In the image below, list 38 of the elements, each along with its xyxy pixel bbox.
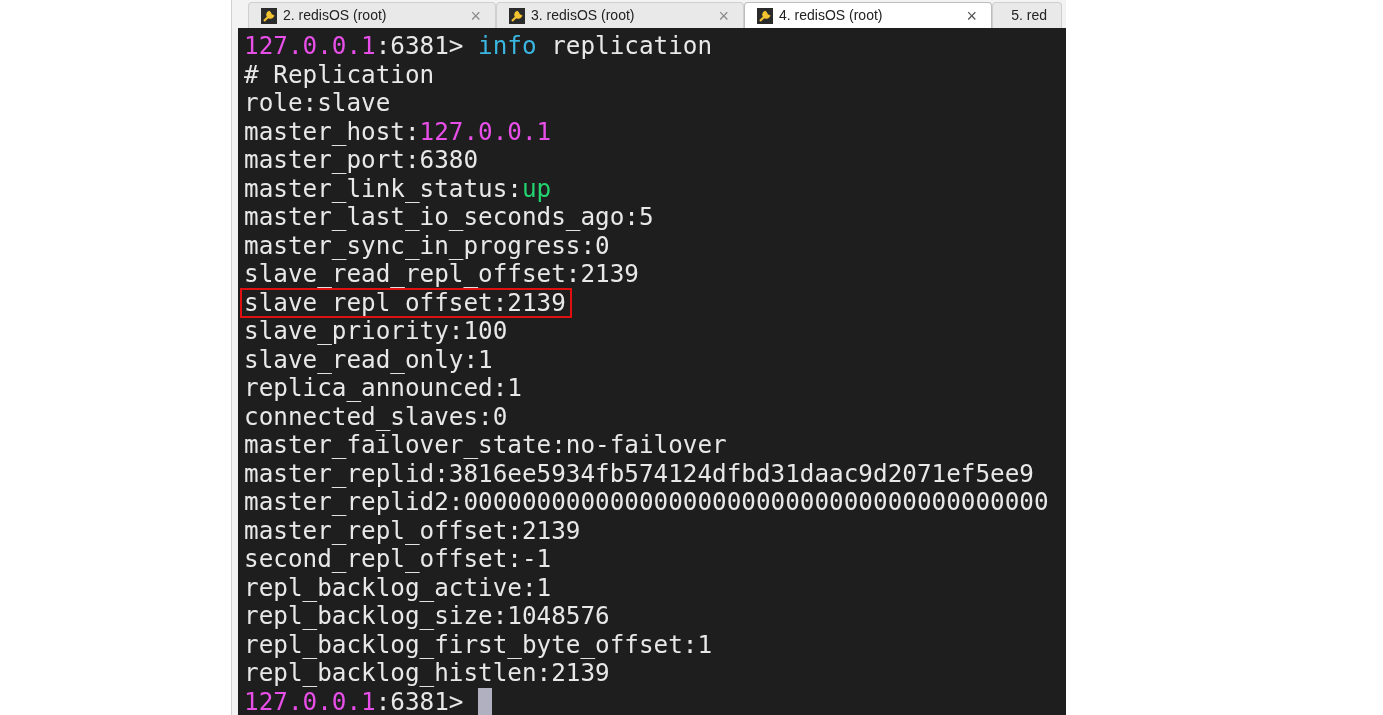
terminal-text: slave_priority:100 — [244, 316, 508, 345]
terminal-text: 127.0.0.1 — [244, 31, 376, 60]
terminal-tab[interactable]: 3. redisOS (root) × — [496, 2, 744, 28]
terminal-text: replica_announced:1 — [244, 373, 522, 402]
terminal-text: repl_backlog_histlen:2139 — [244, 658, 610, 687]
terminal-text: master_repl_offset:2139 — [244, 515, 581, 545]
terminal-text: slave_repl_offset:2139 — [244, 287, 566, 317]
wrench-icon — [509, 7, 525, 24]
terminal-tab[interactable]: 2. redisOS (root) × — [248, 2, 496, 28]
terminal-text: master_port:6380 — [244, 145, 479, 174]
wrench-icon — [261, 7, 277, 24]
close-icon[interactable]: × — [966, 6, 977, 25]
terminal-text: :6381> — [375, 686, 464, 715]
terminal-text: # Replication — [244, 59, 435, 89]
terminal-text: up — [521, 173, 552, 203]
terminal-text: master_last_io_seconds_ago:5 — [244, 202, 654, 231]
terminal-text: master_failover_state:no-failover — [244, 430, 727, 459]
terminal-text: second_repl_offset:-1 — [244, 544, 552, 573]
terminal-text: role:slave — [244, 88, 391, 117]
terminal-text: slave_read_repl_offset:2139 — [244, 259, 639, 288]
terminal-text: connected_slaves:0 — [244, 401, 508, 431]
wrench-icon — [757, 7, 773, 24]
terminal-tab[interactable]: 4. redisOS (root) × — [744, 2, 992, 28]
terminal-text: master_sync_in_progress:0 — [244, 230, 610, 260]
terminal-text: 127.0.0.1 — [419, 116, 552, 146]
terminal-text: :6381> — [375, 31, 465, 60]
terminal-text: slave_read_only:1 — [244, 344, 493, 374]
terminal-text: master_link_status: — [244, 173, 522, 203]
terminal-text: master_host: — [244, 116, 420, 146]
terminal-text: repl_backlog_size:1048576 — [244, 601, 610, 630]
terminal-text: repl_backlog_first_byte_offset:1 — [244, 629, 713, 659]
terminal-tab[interactable]: 5. red — [992, 2, 1062, 28]
terminal-text: repl_backlog_active:1 — [244, 572, 552, 602]
terminal-text: master_replid:3816ee5934fb574124dfbd31daac9d2071ef5ee9 — [244, 458, 1034, 488]
terminal-text: replication — [550, 31, 713, 60]
terminal-text: master_replid2:0000000000000000000000000000000000000000 — [244, 487, 1049, 516]
terminal-text: info — [478, 31, 537, 60]
terminal-text: 127.0.0.1 — [244, 686, 376, 715]
